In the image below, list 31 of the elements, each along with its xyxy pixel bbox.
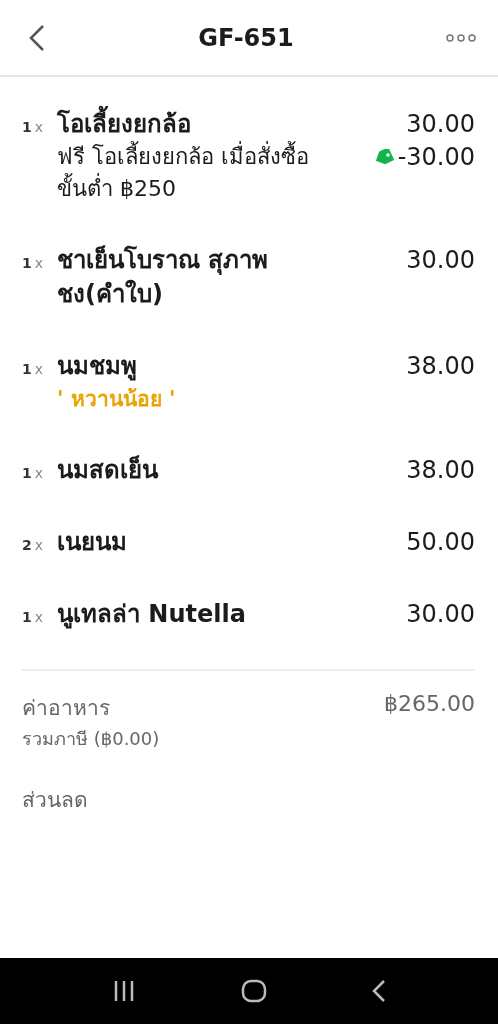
tax-note: รวมภาษี (฿0.00) (22, 727, 161, 751)
quantity: 1 x (22, 608, 45, 627)
promo-description: ฟรี โอเลี้ยงยกล้อ เมื่อสั่งซื้อขั้นต่ำ ฿250 (57, 141, 327, 205)
order-title: GF-651 (198, 23, 294, 52)
item-name: เนยนม (57, 527, 128, 558)
food-cost-amount: ฿265.00 (384, 691, 475, 718)
quantity: 1 x (22, 254, 45, 273)
quantity: 2 x (22, 536, 45, 555)
item-price: 30.00 (406, 109, 475, 140)
more-icon[interactable] (446, 33, 476, 42)
item-name: นมชมพู (57, 351, 138, 383)
discount-amount: -30.00 (397, 142, 475, 173)
item-name: นูเทลล่า Nutella (57, 599, 247, 631)
item-price: 30.00 (406, 245, 475, 276)
home-icon[interactable] (241, 979, 267, 1003)
item-price: 38.00 (406, 351, 475, 382)
item-name: ชาเย็นโบราณ สุภาพชง(คำใบ) (57, 244, 270, 310)
item-name: นมสดเย็น (57, 454, 160, 486)
item-name: โอเลี้ยงยกล้อ (57, 107, 327, 141)
quantity: 1 x (22, 360, 45, 379)
quantity: 1 x (22, 464, 45, 483)
item-price: 38.00 (406, 455, 475, 486)
food-cost-label: ค่าอาหาร (22, 695, 110, 722)
back-icon[interactable] (28, 23, 46, 52)
tag-icon (373, 149, 394, 165)
discount-label: ส่วนลด (22, 787, 89, 814)
quantity: 1 x (22, 118, 45, 137)
item-option: ' หวานน้อย ' (57, 383, 176, 415)
item-price: 50.00 (406, 527, 475, 558)
item-price: 30.00 (406, 599, 475, 630)
back-icon[interactable] (371, 979, 386, 1003)
